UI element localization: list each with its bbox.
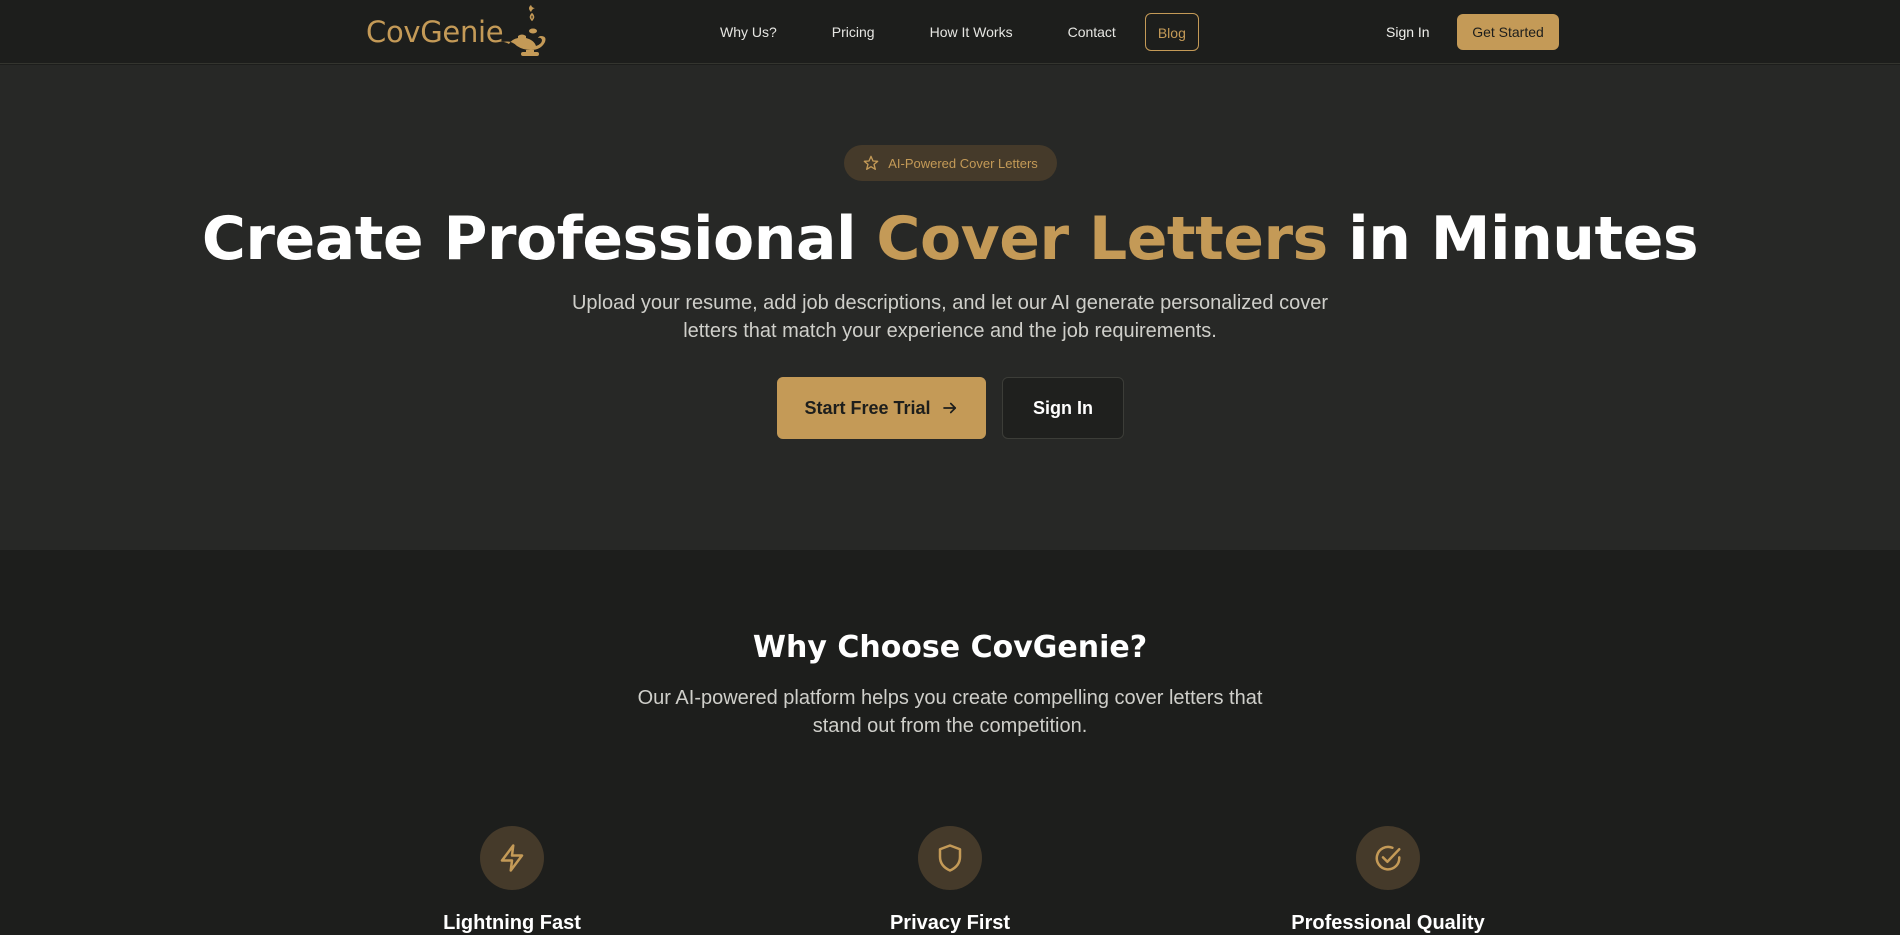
logo-text: CovGenie [366, 15, 504, 49]
start-free-trial-label: Start Free Trial [804, 397, 931, 418]
hero-title-end: in Minutes [1327, 204, 1699, 274]
genie-lamp-icon [499, 5, 546, 56]
feature-icon-wrap [918, 826, 982, 890]
nav-sign-in-link[interactable]: Sign In [1373, 13, 1443, 51]
nav-link-why-us[interactable]: Why Us? [708, 13, 789, 51]
nav-link-how-it-works[interactable]: How It Works [918, 13, 1025, 51]
feature-lightning-fast: Lightning Fast [332, 826, 692, 935]
nav-link-blog[interactable]: Blog [1144, 13, 1199, 51]
hero-subtitle: Upload your resume, add job descriptions… [571, 292, 1328, 342]
badge-label: AI-Powered Cover Letters [888, 155, 1038, 171]
why-title: Why Choose CovGenie? [752, 630, 1148, 665]
why-subtitle: Our AI-powered platform helps you create… [637, 687, 1263, 737]
feature-title: Lightning Fast [443, 912, 581, 934]
arrow-right-icon [942, 402, 956, 414]
feature-icon-wrap [1356, 826, 1420, 890]
logo[interactable]: CovGenie [366, 4, 553, 60]
lightning-icon [500, 844, 524, 872]
why-choose-section: Why Choose CovGenie? Our AI-powered plat… [0, 550, 1900, 934]
feature-privacy-first: Privacy First [770, 826, 1130, 935]
hero-title-start: Create Professional [201, 204, 877, 274]
get-started-button[interactable]: Get Started [1457, 14, 1559, 50]
nav-link-contact[interactable]: Contact [1056, 13, 1128, 51]
feature-professional-quality: Professional Quality [1208, 826, 1568, 935]
feature-icon-wrap [480, 826, 544, 890]
hero-title-accent: Cover Letters [876, 204, 1328, 274]
hero-title: Create Professional Cover Letters in Min… [0, 203, 1900, 275]
feature-title: Professional Quality [1291, 912, 1485, 934]
start-free-trial-button[interactable]: Start Free Trial [777, 377, 986, 439]
hero-sign-in-button[interactable]: Sign In [1002, 377, 1124, 439]
ai-badge: AI-Powered Cover Letters [844, 145, 1057, 181]
nav-link-pricing[interactable]: Pricing [820, 13, 887, 51]
top-navbar: CovGenie Why Us? Pricing How It Works Co… [0, 0, 1900, 64]
shield-icon [938, 844, 962, 872]
star-icon [863, 155, 879, 170]
nav-links: Why Us? Pricing How It Works Contact Blo… [708, 13, 1230, 51]
feature-title: Privacy First [889, 912, 1011, 934]
check-circle-icon [1375, 845, 1401, 871]
hero-section: AI-Powered Cover Letters Create Professi… [0, 65, 1900, 550]
